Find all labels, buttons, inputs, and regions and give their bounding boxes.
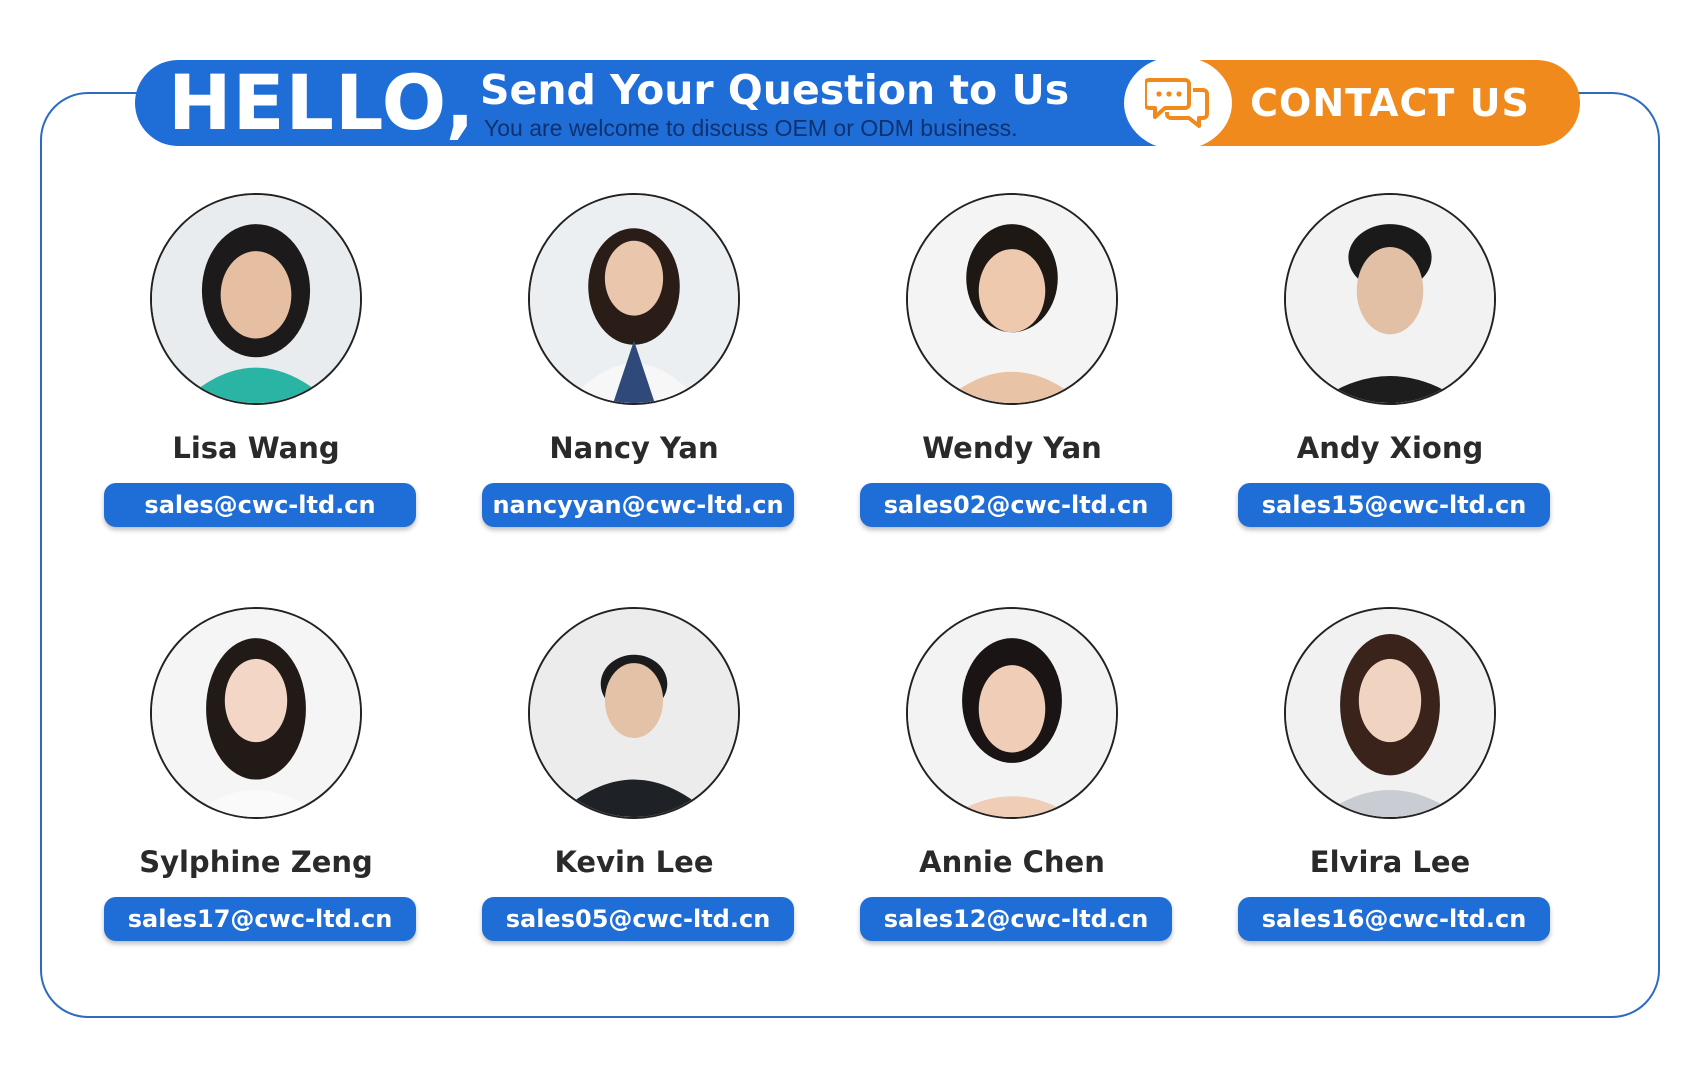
email-button[interactable]: sales12@cwc-ltd.cn (860, 897, 1172, 941)
member-name: Sylphine Zeng (139, 845, 373, 879)
avatar (528, 193, 740, 405)
avatar-photo (1286, 609, 1494, 817)
avatar (906, 193, 1118, 405)
team-card: Kevin Lee sales05@cwc-ltd.cn (474, 607, 794, 957)
avatar-photo (1286, 195, 1494, 403)
team-card: Andy Xiong sales15@cwc-ltd.cn (1230, 193, 1550, 543)
team-card: Annie Chen sales12@cwc-ltd.cn (852, 607, 1172, 957)
email-button[interactable]: sales16@cwc-ltd.cn (1238, 897, 1550, 941)
avatar-photo (908, 609, 1116, 817)
member-name: Lisa Wang (172, 431, 340, 465)
email-button[interactable]: sales17@cwc-ltd.cn (104, 897, 416, 941)
email-button[interactable]: sales15@cwc-ltd.cn (1238, 483, 1550, 527)
member-name: Andy Xiong (1296, 431, 1484, 465)
team-card: Wendy Yan sales02@cwc-ltd.cn (852, 193, 1172, 543)
member-name: Annie Chen (919, 845, 1105, 879)
team-card: Lisa Wang sales@cwc-ltd.cn (96, 193, 416, 543)
team-card: Sylphine Zeng sales17@cwc-ltd.cn (96, 607, 416, 957)
avatar-photo (152, 609, 360, 817)
avatar (906, 607, 1118, 819)
contact-us-button[interactable]: CONTACT US (1210, 60, 1570, 146)
email-button[interactable]: sales05@cwc-ltd.cn (482, 897, 794, 941)
email-button[interactable]: sales@cwc-ltd.cn (104, 483, 416, 527)
member-name: Kevin Lee (554, 845, 714, 879)
subline: You are welcome to discuss OEM or ODM bu… (484, 115, 1018, 141)
headline: Send Your Question to Us (480, 66, 1070, 114)
avatar (1284, 607, 1496, 819)
avatar (150, 607, 362, 819)
hello-heading: HELLO, (168, 58, 476, 147)
avatar (1284, 193, 1496, 405)
avatar (528, 607, 740, 819)
chat-icon-badge (1124, 56, 1232, 150)
chat-bubbles-icon (1145, 78, 1209, 128)
team-card: Elvira Lee sales16@cwc-ltd.cn (1230, 607, 1550, 957)
team-card: Nancy Yan nancyyan@cwc-ltd.cn (474, 193, 794, 543)
avatar-photo (908, 195, 1116, 403)
avatar-photo (152, 195, 360, 403)
member-name: Wendy Yan (922, 431, 1102, 465)
member-name: Elvira Lee (1309, 845, 1471, 879)
avatar (150, 193, 362, 405)
avatar-photo (530, 195, 738, 403)
member-name: Nancy Yan (549, 431, 719, 465)
email-button[interactable]: nancyyan@cwc-ltd.cn (482, 483, 794, 527)
email-button[interactable]: sales02@cwc-ltd.cn (860, 483, 1172, 527)
avatar-photo (530, 609, 738, 817)
